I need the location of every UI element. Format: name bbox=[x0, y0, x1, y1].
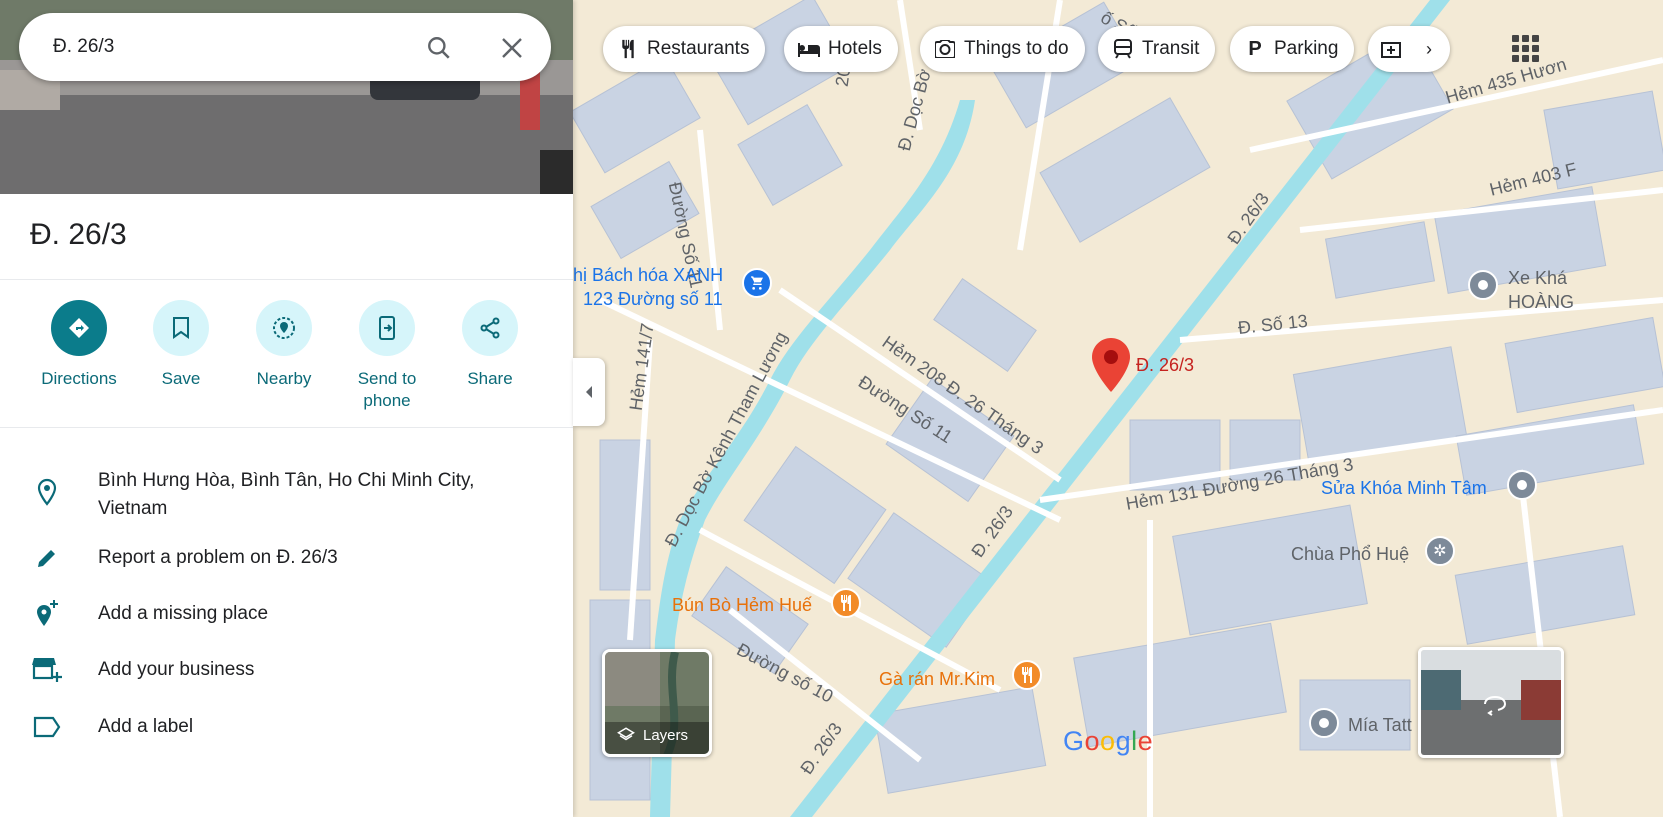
add-label-text: Add a label bbox=[98, 716, 194, 737]
chevron-right-icon[interactable]: › bbox=[1416, 36, 1442, 62]
poi-label[interactable]: hị Bách hóa XANH bbox=[573, 265, 723, 286]
report-problem-text: Report a problem on Đ. 26/3 bbox=[98, 547, 338, 568]
chip-hotels[interactable]: Hotels bbox=[784, 26, 898, 72]
place-panel: Đ. 26/3 Directions Save Nearby Send to p… bbox=[0, 0, 573, 817]
shopping-cart-icon[interactable] bbox=[742, 268, 772, 298]
location-pin-icon[interactable] bbox=[1092, 338, 1130, 392]
rotate-360-icon bbox=[1481, 692, 1509, 716]
search-input[interactable] bbox=[53, 35, 393, 59]
restaurant-icon bbox=[617, 38, 639, 60]
layers-button[interactable]: Layers bbox=[602, 649, 712, 757]
restaurant-icon[interactable] bbox=[1012, 660, 1042, 690]
bookmark-icon bbox=[173, 317, 189, 339]
poi-label[interactable]: Chùa Phổ Huệ bbox=[1291, 544, 1409, 565]
parking-icon: P bbox=[1248, 37, 1262, 60]
chip-transit[interactable]: Transit bbox=[1098, 26, 1216, 72]
chevron-left-icon bbox=[586, 386, 592, 398]
chip-parking[interactable]: P Parking bbox=[1230, 26, 1355, 72]
place-marker-icon[interactable] bbox=[1507, 470, 1537, 500]
poi-label[interactable]: Sửa Khóa Minh Tâm bbox=[1321, 478, 1487, 499]
action-label: Send to phone bbox=[357, 369, 417, 410]
label-icon bbox=[32, 712, 62, 742]
address-text: Bình Hưng Hòa, Bình Tân, Ho Chi Minh Cit… bbox=[98, 470, 475, 519]
search-button[interactable] bbox=[424, 33, 454, 63]
action-buttons: Directions Save Nearby Send to phone Sha… bbox=[0, 300, 573, 420]
chip-label: Transit bbox=[1142, 38, 1200, 59]
street-view-thumbnail[interactable] bbox=[1418, 647, 1564, 758]
directions-icon bbox=[69, 318, 89, 338]
restaurant-icon[interactable] bbox=[831, 588, 861, 618]
apps-grid-icon[interactable] bbox=[1505, 28, 1545, 68]
send-to-phone-icon bbox=[379, 316, 395, 340]
chip-label: Restaurants bbox=[647, 38, 750, 59]
report-problem-row[interactable]: Report a problem on Đ. 26/3 bbox=[0, 543, 573, 573]
pencil-icon bbox=[32, 543, 62, 573]
close-icon bbox=[502, 38, 522, 58]
poi-label[interactable]: Bún Bò Hẻm Huế bbox=[672, 595, 812, 616]
action-label: Share bbox=[467, 369, 513, 388]
nearby-icon bbox=[273, 317, 295, 339]
place-marker-icon[interactable] bbox=[1468, 270, 1498, 300]
chip-things-to-do[interactable]: Things to do bbox=[920, 26, 1085, 72]
add-label-row[interactable]: Add a label bbox=[0, 712, 573, 742]
search-box bbox=[19, 13, 551, 81]
hotel-icon bbox=[798, 38, 820, 60]
poi-label[interactable]: Xe Khá bbox=[1508, 268, 1567, 289]
poi-label[interactable]: 123 Đường số 11 bbox=[583, 289, 723, 310]
poi-label[interactable]: Gà rán Mr.Kim bbox=[879, 669, 995, 690]
layers-label: Layers bbox=[643, 726, 689, 744]
chip-label: Hotels bbox=[828, 38, 882, 59]
nearby-button[interactable]: Nearby bbox=[234, 300, 334, 390]
search-icon bbox=[428, 37, 450, 59]
add-location-icon bbox=[32, 599, 62, 629]
collapse-panel-button[interactable] bbox=[573, 358, 605, 426]
poi-label[interactable]: HOÀNG bbox=[1508, 292, 1574, 313]
temple-icon[interactable]: ✲ bbox=[1425, 536, 1455, 566]
google-logo: Google bbox=[1063, 726, 1154, 756]
add-missing-place-text: Add a missing place bbox=[98, 603, 269, 624]
divider bbox=[0, 427, 573, 428]
location-pin-outline-icon bbox=[32, 477, 62, 507]
share-icon bbox=[480, 317, 500, 339]
action-label: Directions bbox=[41, 369, 117, 388]
action-label: Save bbox=[161, 369, 201, 388]
directions-button[interactable]: Directions bbox=[29, 300, 129, 390]
add-business-text: Add your business bbox=[98, 659, 255, 680]
clear-search-button[interactable] bbox=[497, 33, 527, 63]
camera-icon bbox=[934, 38, 956, 60]
action-label: Nearby bbox=[256, 369, 312, 388]
train-icon bbox=[1112, 38, 1134, 60]
add-missing-place-row[interactable]: Add a missing place bbox=[0, 599, 573, 629]
divider bbox=[0, 279, 573, 280]
chip-more[interactable]: › bbox=[1368, 26, 1450, 72]
share-button[interactable]: Share bbox=[440, 300, 540, 390]
poi-label[interactable]: Mía Tatt bbox=[1348, 715, 1412, 736]
place-title: Đ. 26/3 bbox=[30, 218, 127, 251]
send-to-phone-button[interactable]: Send to phone bbox=[337, 300, 437, 412]
chip-label: Parking bbox=[1274, 38, 1339, 59]
add-business-icon bbox=[32, 655, 62, 685]
layers-icon bbox=[617, 727, 635, 741]
chip-label: Things to do bbox=[964, 38, 1069, 59]
pin-label: Đ. 26/3 bbox=[1136, 355, 1195, 375]
pharmacy-icon bbox=[1380, 38, 1402, 60]
place-marker-icon[interactable] bbox=[1309, 708, 1339, 738]
add-business-row[interactable]: Add your business bbox=[0, 655, 573, 685]
address-row[interactable]: Bình Hưng Hòa, Bình Tân, Ho Chi Minh Cit… bbox=[0, 461, 573, 523]
chip-restaurants[interactable]: Restaurants bbox=[603, 26, 766, 72]
save-button[interactable]: Save bbox=[131, 300, 231, 390]
